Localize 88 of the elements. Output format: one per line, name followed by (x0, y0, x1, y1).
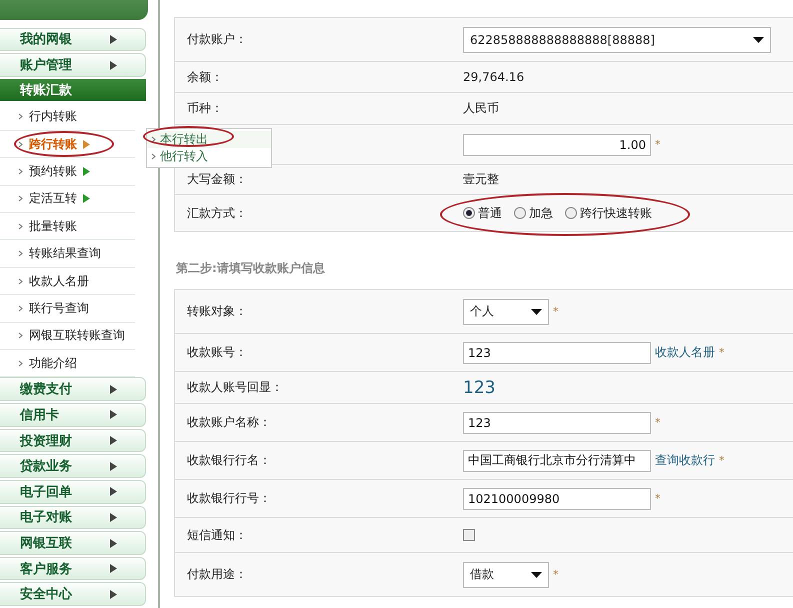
input-field[interactable]: 123 (463, 342, 651, 364)
input-field[interactable]: 123 (463, 412, 651, 434)
dropdown-caret-icon (753, 36, 764, 42)
account-echo-value: 123 (463, 378, 496, 398)
submenu-item[interactable]: 转账结果查询 (0, 240, 135, 268)
chevron-icon (18, 250, 23, 258)
menu-button[interactable]: 投资理财 (0, 428, 146, 452)
required-asterisk: * (655, 138, 660, 151)
chevron-icon (18, 332, 23, 340)
required-asterisk: * (553, 568, 558, 581)
triangle-icon (110, 564, 117, 574)
dropdown-caret-icon (531, 308, 542, 314)
link[interactable]: 收款人名册 (655, 344, 715, 361)
menu-button[interactable]: 网银互联 (0, 531, 146, 555)
menu-button[interactable]: 电子回单 (0, 480, 146, 504)
menu-button[interactable]: 我的网银 (0, 28, 146, 52)
menu-button[interactable]: 信用卡 (0, 403, 146, 427)
submenu-item[interactable]: 预约转账 (0, 158, 135, 186)
submenu-item[interactable]: 定活互转 (0, 186, 135, 214)
chevron-icon (18, 140, 23, 148)
chevron-icon (18, 360, 23, 367)
field-label: 余额： (186, 68, 224, 86)
popup-menu-item[interactable]: 本行转出 (147, 131, 271, 148)
menu-button[interactable]: 账户管理 (0, 53, 146, 77)
field-value: 人民币 (463, 100, 499, 117)
chevron-icon (18, 278, 23, 285)
triangle-icon (110, 384, 117, 394)
chevron-icon (151, 153, 156, 160)
field-label: 收款账户名称： (186, 414, 272, 431)
menu-button[interactable]: 安全中心 (0, 582, 146, 606)
radio-option[interactable]: 跨行快速转账 (565, 204, 652, 222)
field-label: 转账对象： (186, 303, 248, 320)
dropdown-select[interactable]: 622858888888888888[88888] (463, 26, 771, 52)
submenu-item[interactable]: 跨行转账 (0, 130, 135, 158)
field-value: 29,764.16 (463, 70, 524, 84)
menu-button[interactable]: 电子对账 (0, 506, 146, 530)
amount-input-field[interactable]: 1.00 (463, 134, 651, 156)
field-label: 收款人账号回显： (186, 379, 284, 396)
input-field[interactable]: 中国工商银行北京市分行清算中 (463, 450, 651, 472)
dropdown-select[interactable]: 借款 (463, 562, 549, 588)
submenu-item[interactable]: 联行号查询 (0, 295, 135, 323)
active-menu-header[interactable]: 转账汇款 (0, 78, 146, 101)
field-value: 壹元整 (463, 171, 499, 188)
field-label: 汇款方式： (186, 204, 248, 222)
triangle-icon (110, 590, 117, 599)
field-label: 大写金额： (186, 171, 248, 188)
triangle-icon (110, 462, 117, 471)
checkbox[interactable] (463, 529, 475, 541)
triangle-icon (110, 60, 117, 70)
submenu-item[interactable]: 批量转账 (0, 213, 135, 240)
triangle-icon (110, 34, 117, 44)
dropdown-caret-icon (531, 572, 542, 578)
chevron-icon (18, 195, 23, 202)
field-label: 收款银行行名： (186, 452, 272, 469)
field-label: 短信通知： (186, 526, 248, 544)
menu-button[interactable]: 贷款业务 (0, 454, 146, 478)
triangle-icon (110, 512, 117, 522)
chevron-icon (18, 304, 23, 312)
required-asterisk: * (655, 416, 660, 429)
chevron-icon (18, 113, 23, 120)
field-label: 付款用途： (186, 566, 248, 583)
link[interactable]: 查询收款行 (655, 452, 715, 469)
field-label: 收款银行行号： (186, 490, 272, 507)
field-label: 付款账户： (186, 31, 248, 48)
required-asterisk: * (719, 454, 724, 467)
step-title: 第二步:请填写收款账户信息 (176, 260, 326, 277)
required-asterisk: * (719, 346, 724, 359)
input-field[interactable]: 102100009980 (463, 488, 651, 510)
radio-option[interactable]: 加急 (514, 204, 553, 222)
menu-button[interactable]: 缴费支付 (0, 377, 146, 402)
triangle-icon (110, 410, 117, 420)
radio-option[interactable]: 普通 (463, 204, 502, 222)
chevron-icon (18, 222, 23, 230)
menu-button[interactable]: 客户服务 (0, 556, 146, 580)
field-label: 收款账号： (186, 344, 248, 361)
triangle-icon (110, 436, 117, 445)
triangle-icon (110, 538, 117, 548)
popup-menu-item[interactable]: 他行转入 (147, 148, 271, 165)
chevron-icon (151, 136, 156, 143)
dropdown-select[interactable]: 个人 (463, 298, 549, 324)
required-asterisk: * (655, 492, 660, 505)
submenu-item[interactable]: 行内转账 (0, 104, 135, 131)
field-label: 币种： (186, 100, 224, 117)
chevron-icon (18, 168, 23, 175)
triangle-icon (110, 487, 117, 496)
submenu-item[interactable]: 收款人名册 (0, 268, 135, 296)
required-asterisk: * (553, 305, 558, 318)
submenu-item[interactable]: 网银互联转账查询 (0, 322, 135, 350)
